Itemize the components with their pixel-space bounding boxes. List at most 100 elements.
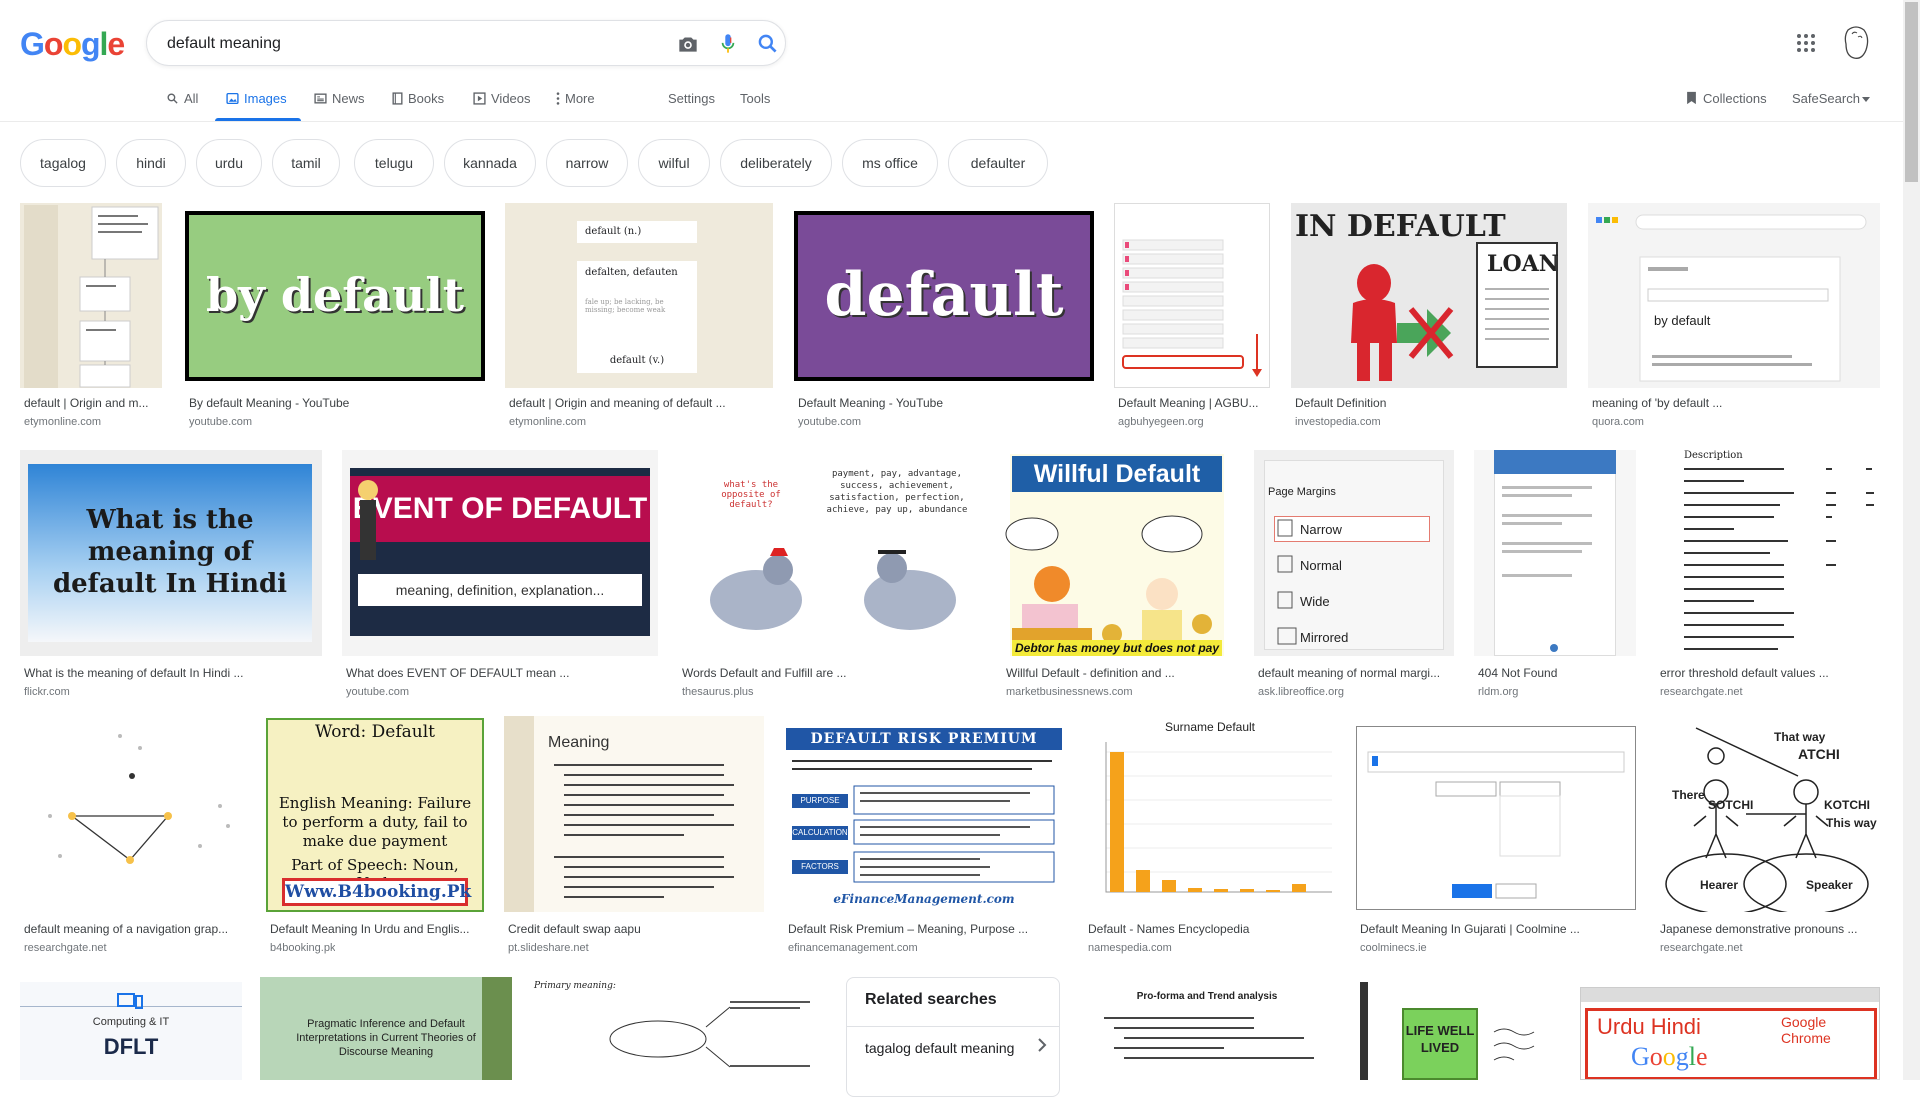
result-source[interactable]: etymonline.com (24, 416, 101, 428)
chip-wilful[interactable]: wilful (638, 139, 710, 187)
related-search-item[interactable]: tagalog default meaning (865, 1040, 1014, 1056)
result-thumbnail[interactable]: Primary meaning: (530, 977, 828, 1080)
result-source[interactable]: investopedia.com (1295, 416, 1381, 428)
result-title[interactable]: Default Risk Premium – Meaning, Purpose … (788, 922, 1062, 936)
collections-link[interactable]: Collections (1686, 91, 1767, 108)
chip-telugu[interactable]: telugu (354, 139, 434, 187)
tab-videos[interactable]: Videos (473, 91, 531, 108)
chip-tamil[interactable]: tamil (272, 139, 340, 187)
result-title[interactable]: default meaning of a navigation grap... (24, 922, 246, 936)
tab-news[interactable]: News (314, 91, 365, 108)
image-result[interactable]: Primary meaning: (530, 977, 828, 1080)
result-thumbnail[interactable]: Urdu Hindi Google Chrome Google (1580, 987, 1880, 1080)
result-title[interactable]: Willful Default - definition and ... (1006, 666, 1222, 680)
result-source[interactable]: ask.libreoffice.org (1258, 686, 1344, 698)
result-title[interactable]: What is the meaning of default In Hindi … (24, 666, 320, 680)
result-source[interactable]: youtube.com (346, 686, 409, 698)
tools-link[interactable]: Tools (740, 91, 770, 106)
chip-tagalog[interactable]: tagalog (20, 139, 106, 187)
image-result[interactable]: Willful Default Debtor has money but doe… (1002, 450, 1224, 700)
result-thumbnail[interactable]: what's the opposite of default? payment,… (678, 450, 982, 656)
chip-urdu[interactable]: urdu (196, 139, 262, 187)
result-source[interactable]: researchgate.net (1660, 942, 1743, 954)
image-result[interactable]: default meaning of a navigation grap... … (20, 716, 248, 956)
tab-books[interactable]: Books (392, 91, 444, 108)
result-source[interactable]: researchgate.net (1660, 686, 1743, 698)
chip-ms-office[interactable]: ms office (842, 139, 938, 187)
result-thumbnail[interactable] (1114, 203, 1270, 388)
image-result[interactable]: Page Margins Narrow Normal Wide Mirrored… (1254, 450, 1454, 700)
image-result[interactable]: default (n.) defalten, defauten fale up;… (505, 203, 773, 433)
tab-more[interactable]: More (556, 91, 595, 108)
tab-all[interactable]: All (166, 91, 198, 108)
result-title[interactable]: Words Default and Fulfill are ... (682, 666, 980, 680)
result-source[interactable]: youtube.com (798, 416, 861, 428)
result-source[interactable]: researchgate.net (24, 942, 107, 954)
image-result[interactable]: 404 Not Found rldm.org (1474, 450, 1636, 700)
image-result[interactable]: Urdu Hindi Google Chrome Google (1580, 987, 1880, 1080)
result-thumbnail[interactable]: Word: Default English Meaning: Failure t… (266, 716, 486, 912)
result-thumbnail[interactable]: Description (1656, 450, 1880, 656)
result-source[interactable]: agbuhyegeen.org (1118, 416, 1204, 428)
result-thumbnail[interactable] (20, 203, 162, 388)
result-thumbnail[interactable]: What is the meaning of default In Hindi (20, 450, 322, 656)
result-title[interactable]: Default Meaning | AGBU... (1118, 396, 1268, 410)
result-thumbnail[interactable]: default (n.) defalten, defauten fale up;… (505, 203, 773, 388)
image-result[interactable]: default Default Meaning - YouTube youtub… (794, 203, 1094, 433)
image-result[interactable]: Word: Default English Meaning: Failure t… (266, 716, 486, 956)
result-title[interactable]: Default Meaning In Urdu and Englis... (270, 922, 484, 936)
result-source[interactable]: flickr.com (24, 686, 70, 698)
image-result[interactable]: Pro-forma and Trend analysis (1084, 977, 1330, 1080)
safesearch-dropdown[interactable]: SafeSearch (1792, 91, 1870, 106)
image-result[interactable]: Computing & IT DFLT (20, 982, 242, 1080)
microphone-icon[interactable] (715, 31, 741, 57)
google-logo[interactable]: Google (20, 26, 125, 63)
result-title[interactable]: Default Meaning In Gujarati | Coolmine .… (1360, 922, 1634, 936)
image-result[interactable]: That way ATCHI There SOTCHI KOTCHI This … (1656, 716, 1880, 956)
result-title[interactable]: Japanese demonstrative pronouns ... (1660, 922, 1878, 936)
chip-defaulter[interactable]: defaulter (948, 139, 1048, 187)
image-result[interactable]: Description error threshold default valu… (1656, 450, 1880, 700)
chip-hindi[interactable]: hindi (116, 139, 186, 187)
result-thumbnail[interactable] (1474, 450, 1636, 656)
chevron-right-icon[interactable] (1037, 1038, 1047, 1057)
result-thumbnail[interactable]: Pragmatic Inference and Default Interpre… (260, 977, 512, 1080)
image-result[interactable]: DEFAULT RISK PREMIUM PURPOSE CALCULATION… (784, 716, 1064, 956)
result-source[interactable]: namespedia.com (1088, 942, 1172, 954)
result-title[interactable]: Default Definition (1295, 396, 1565, 410)
camera-icon[interactable] (675, 31, 701, 57)
result-thumbnail[interactable]: Meaning (504, 716, 764, 912)
result-thumbnail[interactable]: EVENT OF DEFAULT meaning, definition, ex… (342, 450, 658, 656)
image-result[interactable]: Default Meaning | AGBU... agbuhyegeen.or… (1114, 203, 1270, 433)
result-title[interactable]: default meaning of normal margi... (1258, 666, 1452, 680)
result-thumbnail[interactable]: by default (1588, 203, 1880, 388)
result-title[interactable]: error threshold default values ... (1660, 666, 1878, 680)
result-title[interactable]: meaning of 'by default ... (1592, 396, 1878, 410)
result-thumbnail[interactable]: That way ATCHI There SOTCHI KOTCHI This … (1656, 716, 1880, 912)
result-title[interactable]: Default Meaning - YouTube (798, 396, 1088, 410)
result-thumbnail[interactable]: Computing & IT DFLT (20, 982, 242, 1080)
result-source[interactable]: youtube.com (189, 416, 252, 428)
image-result[interactable]: default | Origin and m... etymonline.com (20, 203, 162, 433)
result-thumbnail[interactable]: Willful Default Debtor has money but doe… (1002, 450, 1224, 656)
tab-images[interactable]: Images (226, 91, 287, 108)
result-source[interactable]: thesaurus.plus (682, 686, 754, 698)
result-source[interactable]: efinancemanagement.com (788, 942, 918, 954)
result-thumbnail[interactable]: LIFE WELL LIVED (1350, 982, 1560, 1080)
search-input[interactable] (167, 32, 647, 56)
image-result[interactable]: IN DEFAULT LOAN Default Definition inves… (1291, 203, 1567, 433)
image-result[interactable]: Meaning Credit default swap aapu pt.slid… (504, 716, 764, 956)
result-thumbnail[interactable]: Surname Default (1084, 716, 1336, 912)
result-thumbnail[interactable]: by default (185, 203, 485, 388)
image-result[interactable]: Surname Default Default - Names Encyclop… (1084, 716, 1336, 956)
image-result[interactable]: EVENT OF DEFAULT meaning, definition, ex… (342, 450, 658, 700)
result-thumbnail[interactable] (1356, 716, 1636, 912)
result-thumbnail[interactable]: IN DEFAULT LOAN (1291, 203, 1567, 388)
chip-narrow[interactable]: narrow (546, 139, 628, 187)
result-thumbnail[interactable]: default (794, 203, 1094, 388)
result-title[interactable]: default | Origin and meaning of default … (509, 396, 771, 410)
result-source[interactable]: pt.slideshare.net (508, 942, 589, 954)
account-avatar[interactable] (1840, 24, 1872, 62)
result-title[interactable]: By default Meaning - YouTube (189, 396, 479, 410)
image-result[interactable]: by default By default Meaning - YouTube … (185, 203, 485, 433)
